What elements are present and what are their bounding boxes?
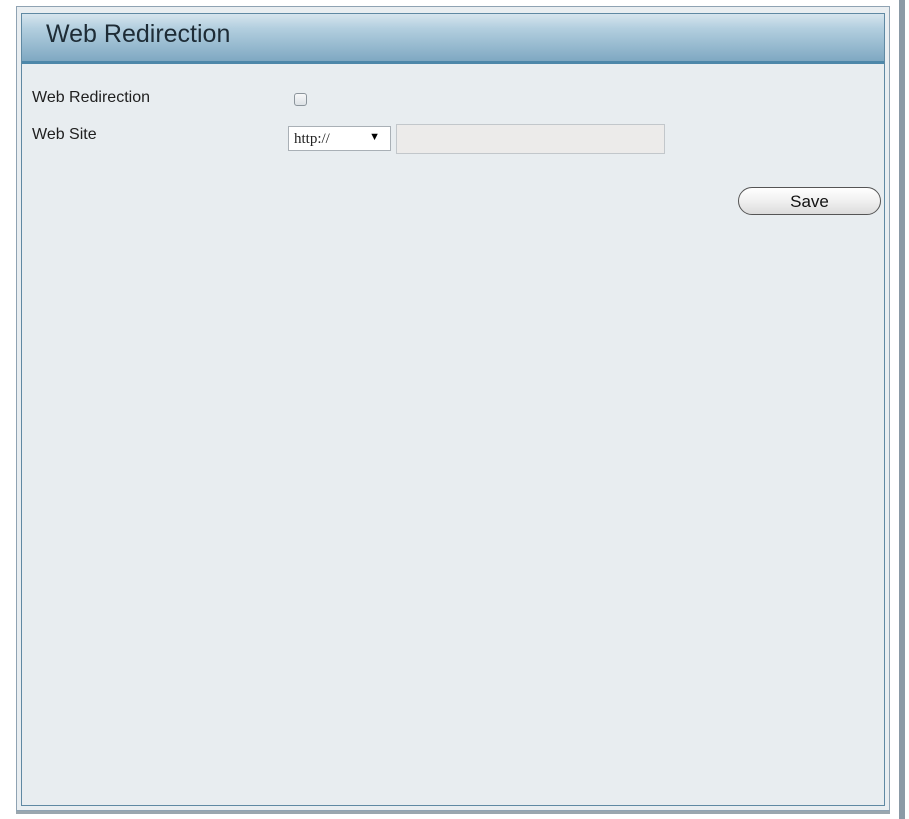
web-redirection-checkbox[interactable] xyxy=(294,93,307,106)
panel-bottom-edge xyxy=(16,811,890,814)
save-button[interactable]: Save xyxy=(738,187,881,215)
protocol-select[interactable]: http:// ▼ xyxy=(288,126,391,151)
scrollbar-rail[interactable] xyxy=(899,0,905,819)
page-title: Web Redirection xyxy=(46,20,231,48)
web-site-url-input[interactable] xyxy=(396,124,665,154)
triangle-down-icon: ▼ xyxy=(369,131,380,143)
settings-panel: Web Redirection Web Redirection Web Site… xyxy=(16,6,890,811)
web-redirection-label: Web Redirection xyxy=(32,89,150,106)
web-site-label: Web Site xyxy=(32,126,97,143)
panel-header: Web Redirection xyxy=(22,14,884,64)
protocol-select-value: http:// xyxy=(294,131,330,147)
page: Web Redirection Web Redirection Web Site… xyxy=(0,0,909,819)
settings-panel-inner: Web Redirection Web Redirection Web Site… xyxy=(21,13,885,806)
